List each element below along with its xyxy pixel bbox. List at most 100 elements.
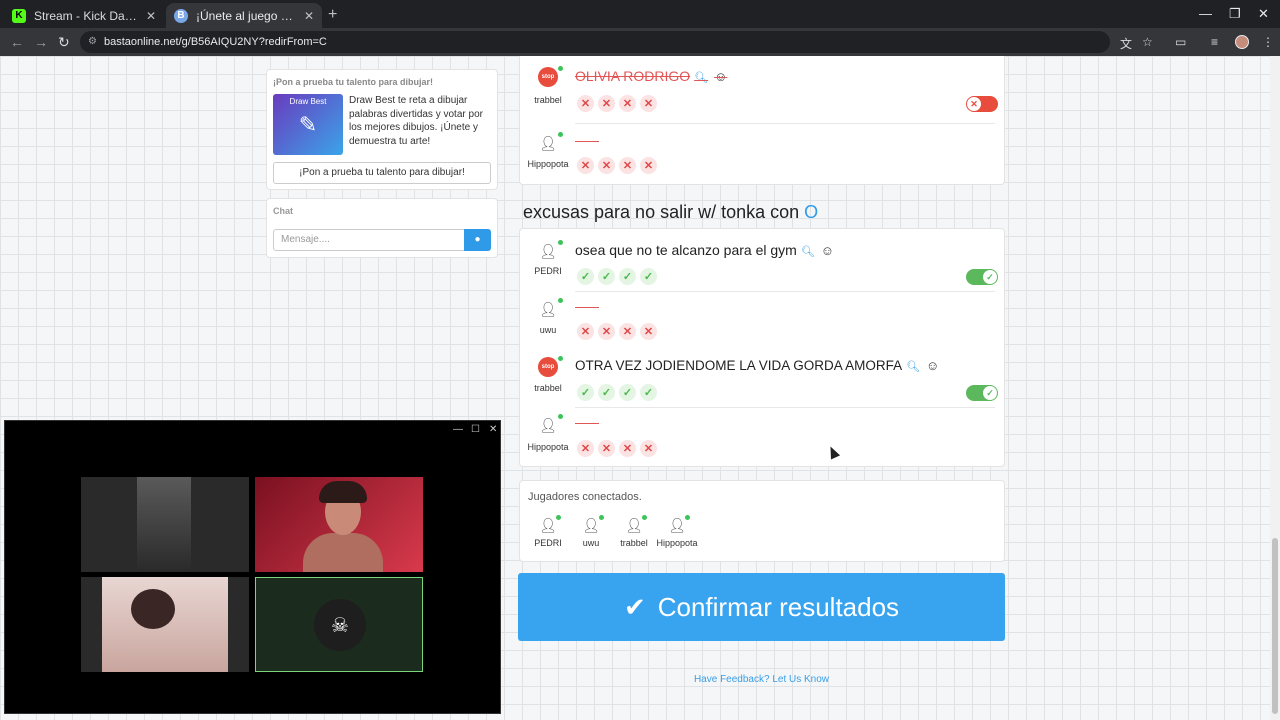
valid-toggle[interactable]: ✓: [966, 269, 998, 285]
restore-icon[interactable]: ❐: [1229, 6, 1241, 22]
chat-bubble-icon: ●: [474, 234, 481, 245]
vote-accept-icon: ✓: [640, 384, 657, 401]
webcam-feed: [303, 533, 383, 572]
emoji-react-icon[interactable]: ☺: [926, 358, 939, 373]
minimize-icon[interactable]: —: [453, 424, 463, 435]
reload-icon[interactable]: ↻: [58, 34, 70, 51]
confirm-label: Confirmar resultados: [657, 591, 900, 622]
vote-reject-icon: ✕: [598, 440, 615, 457]
emoji-react-icon[interactable]: ☺: [821, 243, 834, 258]
confirm-results-button[interactable]: ✔ Confirmar resultados: [518, 573, 1005, 641]
draw-best-label: Draw Best: [289, 97, 327, 106]
previous-category-card: stop trabbel OLIVIA RODRIGO 🔍︎ ☺ ✕ ✕ ✕ ✕ ✕…: [519, 56, 1005, 185]
tab-label: ¡Únete al juego Basta!: [196, 8, 298, 23]
player-name: uwu: [582, 538, 600, 548]
online-dot: [558, 132, 563, 137]
vote-accept-icon: ✓: [619, 268, 636, 285]
vote-accept-icon: ✓: [577, 268, 594, 285]
vote-reject-icon: ✕: [577, 440, 594, 457]
divider: [575, 407, 995, 408]
profile-avatar[interactable]: [1235, 35, 1249, 49]
video-tile[interactable]: [81, 577, 249, 672]
answer-text-wrap: OLIVIA RODRIGO 🔍︎ ☺: [575, 68, 727, 84]
menu-dots-icon[interactable]: ⋮: [1262, 35, 1274, 49]
player-name: trabbel: [534, 95, 562, 105]
online-dot: [599, 515, 604, 520]
player-name: PEDRI: [534, 538, 562, 548]
search-icon[interactable]: 🔍︎: [801, 246, 815, 258]
close-icon[interactable]: ✕: [489, 424, 497, 435]
vote-reject-icon: ✕: [577, 157, 594, 174]
emoji-react-icon[interactable]: ☺: [714, 69, 727, 84]
user-icon: 👤︎: [539, 416, 557, 433]
stop-badge-icon: stop: [538, 67, 558, 87]
close-tab-icon[interactable]: ✕: [304, 9, 314, 23]
search-icon[interactable]: 🔍︎: [906, 361, 920, 373]
vote-accept-icon: ✓: [577, 384, 594, 401]
vote-reject-icon: ✕: [640, 157, 657, 174]
vote-reject-icon: ✕: [598, 323, 615, 340]
scrollbar-thumb[interactable]: [1272, 538, 1278, 714]
valid-toggle[interactable]: ✓: [966, 385, 998, 401]
bookmark-star-icon[interactable]: ☆: [1142, 35, 1153, 49]
player-name: Hippopota: [527, 442, 569, 452]
category-title: excusas para no salir w/ tonka con O: [523, 202, 818, 223]
vote-reject-icon: ✕: [598, 95, 615, 112]
toggle-check-icon: ✓: [983, 270, 997, 284]
vote-list: ✕ ✕ ✕ ✕: [577, 440, 657, 457]
vote-reject-icon: ✕: [619, 323, 636, 340]
kick-favicon-icon: K: [12, 8, 26, 23]
vote-reject-icon: ✕: [577, 323, 594, 340]
stop-badge-icon: stop: [538, 357, 558, 377]
draw-best-image[interactable]: Draw Best ✎: [273, 94, 343, 155]
chat-send-button[interactable]: ●: [464, 229, 491, 251]
close-tab-icon[interactable]: ✕: [146, 9, 156, 23]
page-scrollbar[interactable]: [1270, 56, 1280, 720]
browser-tab-bar: K Stream - Kick Dashboard ✕ B ¡Únete al …: [0, 0, 1280, 28]
search-icon[interactable]: 🔍︎: [694, 72, 708, 84]
video-call-window: — ☐ ✕ ☠: [4, 420, 501, 714]
toggle-check-icon: ✓: [983, 386, 997, 400]
vote-reject-icon: ✕: [640, 323, 657, 340]
minimize-icon[interactable]: —: [1199, 6, 1212, 21]
back-icon[interactable]: ←: [10, 34, 24, 50]
tab-search-icon[interactable]: ▭: [1175, 35, 1186, 49]
media-icon[interactable]: ≡: [1211, 35, 1218, 49]
vote-reject-icon: ✕: [619, 440, 636, 457]
online-dot: [558, 240, 563, 245]
tab-kick-dashboard[interactable]: K Stream - Kick Dashboard ✕: [4, 3, 164, 28]
divider: [575, 123, 995, 124]
tab-basta[interactable]: B ¡Únete al juego Basta! ✕: [166, 3, 322, 28]
chat-message-input[interactable]: Mensaje....: [273, 229, 465, 251]
url-field[interactable]: ⚙ bastaonline.net/g/B56AIQU2NY?redirFrom…: [80, 31, 1110, 53]
video-tile-active[interactable]: ☠: [255, 577, 423, 672]
close-window-icon[interactable]: ✕: [1258, 6, 1269, 22]
vote-accept-icon: ✓: [619, 384, 636, 401]
translate-icon[interactable]: 文: [1120, 35, 1132, 52]
category-card: 👤︎ PEDRI osea que no te alcanzo para el …: [519, 228, 1005, 467]
forward-icon[interactable]: →: [34, 34, 48, 50]
promo-button[interactable]: ¡Pon a prueba tu talento para dibujar!: [273, 162, 491, 184]
connected-player: 👤︎ trabbel: [612, 515, 656, 548]
new-tab-icon[interactable]: +: [328, 6, 337, 24]
connected-player: 👤︎ uwu: [569, 515, 613, 548]
site-info-icon[interactable]: ⚙: [88, 31, 97, 53]
online-dot: [556, 515, 561, 520]
vote-reject-icon: ✕: [640, 440, 657, 457]
promo-description: Draw Best te reta a dibujar palabras div…: [349, 95, 483, 147]
maximize-icon[interactable]: ☐: [471, 424, 480, 435]
vote-reject-icon: ✕: [619, 157, 636, 174]
vote-reject-icon: ✕: [598, 157, 615, 174]
answer-text: OTRA VEZ JODIENDOME LA VIDA GORDA AMORFA: [575, 358, 903, 373]
valid-toggle[interactable]: ✕: [966, 96, 998, 112]
video-tile[interactable]: [81, 477, 249, 572]
vote-list: ✓ ✓ ✓ ✓: [577, 384, 657, 401]
vote-list: ✕ ✕ ✕ ✕: [577, 95, 657, 112]
vote-reject-icon: ✕: [577, 95, 594, 112]
online-dot: [642, 515, 647, 520]
connected-title: Jugadores conectados.: [528, 491, 642, 503]
empty-answer-dash: [575, 423, 599, 424]
empty-answer-dash: [575, 141, 599, 142]
player-name: Hippopota: [656, 538, 698, 548]
video-tile[interactable]: [255, 477, 423, 572]
